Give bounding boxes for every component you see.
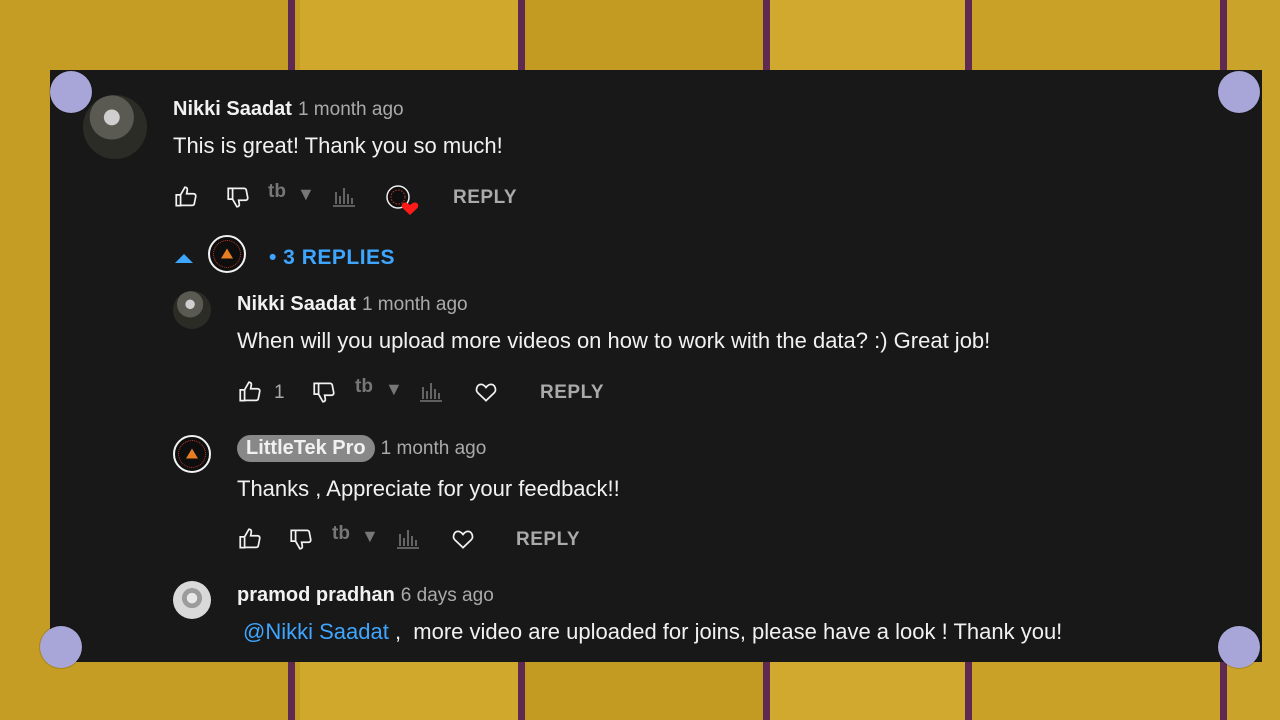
dislike-icon[interactable] bbox=[225, 184, 251, 210]
heart-icon[interactable] bbox=[450, 526, 476, 552]
dislike-icon[interactable] bbox=[311, 379, 337, 405]
author-name[interactable]: Nikki Saadat bbox=[237, 293, 356, 315]
replies-toggle[interactable]: • 3 REPLIES bbox=[174, 233, 404, 277]
avatar[interactable] bbox=[83, 95, 147, 159]
author-name[interactable]: pramod pradhan bbox=[237, 584, 395, 606]
chevron-up-icon bbox=[175, 254, 193, 263]
pin-top-right bbox=[1218, 71, 1260, 113]
like-count: 1 bbox=[274, 382, 285, 403]
timestamp[interactable]: 6 days ago bbox=[401, 585, 494, 606]
reply-header: pramod pradhan 6 days ago bbox=[237, 584, 494, 607]
extension-logo[interactable]: tb bbox=[332, 523, 350, 545]
author-name[interactable]: Nikki Saadat bbox=[173, 98, 292, 120]
reply-button[interactable]: REPLY bbox=[540, 382, 604, 404]
reply-text: When will you upload more videos on how … bbox=[237, 328, 991, 353]
reply-button[interactable]: REPLY bbox=[453, 187, 517, 209]
dropdown-arrow-icon[interactable]: ▼ bbox=[297, 184, 315, 205]
timestamp[interactable]: 1 month ago bbox=[362, 294, 468, 315]
reply-text: @Nikki Saadat , more video are uploaded … bbox=[243, 619, 1062, 645]
reply-body: , more video are uploaded for joins, ple… bbox=[388, 619, 1063, 644]
pin-bottom-left bbox=[40, 626, 82, 668]
avatar[interactable] bbox=[173, 291, 211, 329]
timestamp[interactable]: 1 month ago bbox=[381, 438, 487, 459]
timestamp[interactable]: 1 month ago bbox=[298, 99, 404, 120]
creator-heart-icon bbox=[385, 184, 421, 216]
chart-bars-icon[interactable] bbox=[395, 526, 421, 550]
chart-bars-icon[interactable] bbox=[418, 379, 444, 403]
dropdown-arrow-icon[interactable]: ▼ bbox=[361, 526, 379, 547]
pin-bottom-right bbox=[1218, 626, 1260, 668]
channel-owner-badge[interactable]: LittleTek Pro bbox=[237, 435, 375, 462]
extension-logo[interactable]: tb bbox=[268, 181, 286, 203]
pin-top-left bbox=[50, 71, 92, 113]
avatar[interactable] bbox=[173, 581, 211, 619]
chart-bars-icon[interactable] bbox=[331, 184, 357, 208]
comment-actions: tb ▼ REPLY bbox=[173, 181, 533, 216]
extension-logo[interactable]: tb bbox=[355, 376, 373, 398]
mention-link[interactable]: @Nikki Saadat bbox=[243, 619, 389, 644]
dislike-icon[interactable] bbox=[288, 526, 314, 552]
like-icon[interactable] bbox=[237, 526, 263, 552]
reply-button[interactable]: REPLY bbox=[516, 529, 580, 551]
reply-actions: tb ▼ REPLY bbox=[237, 523, 617, 556]
comment-header: Nikki Saadat 1 month ago bbox=[173, 98, 404, 121]
reply-header: Nikki Saadat 1 month ago bbox=[237, 293, 468, 316]
creator-avatar bbox=[208, 235, 246, 273]
dropdown-arrow-icon[interactable]: ▼ bbox=[385, 379, 403, 400]
reply-header: LittleTek Pro 1 month ago bbox=[237, 435, 486, 462]
comment-text: This is great! Thank you so much! bbox=[173, 133, 503, 158]
heart-icon[interactable] bbox=[473, 379, 499, 405]
avatar[interactable] bbox=[173, 435, 211, 473]
like-icon[interactable] bbox=[173, 184, 199, 210]
like-icon[interactable] bbox=[237, 379, 263, 405]
replies-count-label: • 3 REPLIES bbox=[269, 246, 396, 269]
reply-actions: 1 tb ▼ REPLY bbox=[237, 376, 637, 409]
reply-text: Thanks , Appreciate for your feedback!! bbox=[237, 476, 620, 501]
